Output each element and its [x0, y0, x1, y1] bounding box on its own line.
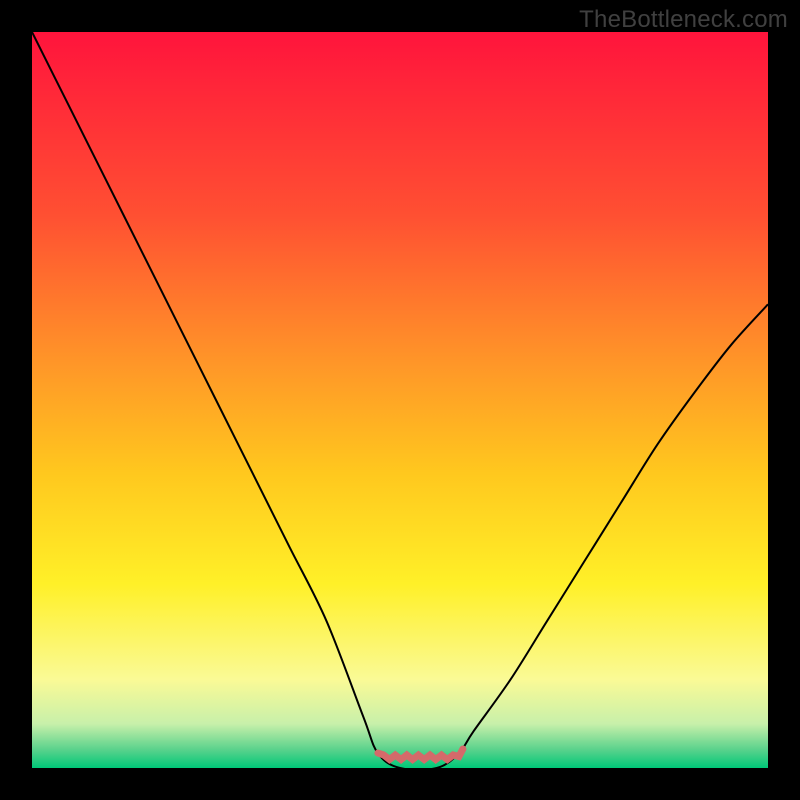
bottleneck-chart — [32, 32, 768, 768]
gradient-background — [32, 32, 768, 768]
chart-frame: TheBottleneck.com — [0, 0, 800, 800]
plot-area — [32, 32, 768, 768]
watermark-label: TheBottleneck.com — [579, 6, 788, 34]
